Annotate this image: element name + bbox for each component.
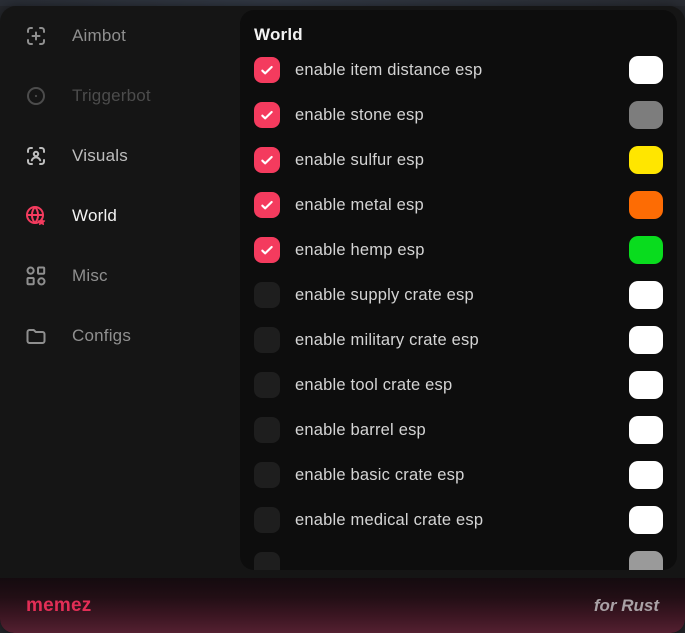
configs-icon <box>24 324 48 348</box>
esp-row: enable supply crate esp <box>254 282 663 308</box>
checkbox-checked[interactable] <box>254 102 280 128</box>
color-swatch[interactable] <box>629 146 663 174</box>
sidebar-item-label: Misc <box>72 266 108 286</box>
color-swatch[interactable] <box>629 461 663 489</box>
esp-row: enable sulfur esp <box>254 147 663 173</box>
color-swatch[interactable] <box>629 371 663 399</box>
sidebar-item-label: Configs <box>72 326 131 346</box>
esp-label: enable item distance esp <box>295 61 482 80</box>
triggerbot-icon <box>24 84 48 108</box>
brand-suffix-label: for Rust <box>594 596 659 616</box>
checkbox-unchecked[interactable] <box>254 507 280 533</box>
sidebar-item-misc[interactable]: Misc <box>24 264 240 288</box>
sidebar-item-label: Triggerbot <box>72 86 151 106</box>
checkbox-unchecked[interactable] <box>254 282 280 308</box>
esp-row: enable metal esp <box>254 192 663 218</box>
sidebar-nav: Aimbot Triggerbot Visuals World Misc Configs <box>0 6 240 578</box>
color-swatch[interactable] <box>629 416 663 444</box>
color-swatch[interactable] <box>629 101 663 129</box>
sidebar-item-aimbot[interactable]: Aimbot <box>24 24 240 48</box>
misc-icon <box>24 264 48 288</box>
sidebar-item-label: Aimbot <box>72 26 126 46</box>
esp-label: enable stone esp <box>295 106 424 125</box>
esp-row: enable medical crate esp <box>254 507 663 533</box>
checkbox-unchecked[interactable] <box>254 552 280 570</box>
esp-label: enable sulfur esp <box>295 151 424 170</box>
sidebar-item-world[interactable]: World <box>24 204 240 228</box>
checkbox-unchecked[interactable] <box>254 462 280 488</box>
esp-row: enable military crate esp <box>254 327 663 353</box>
aimbot-icon <box>24 24 48 48</box>
color-swatch[interactable] <box>629 506 663 534</box>
esp-row-list: enable item distance esp enable stone esp… <box>254 57 663 570</box>
sidebar-item-label: World <box>72 206 117 226</box>
color-swatch[interactable] <box>629 326 663 354</box>
checkbox-checked[interactable] <box>254 192 280 218</box>
esp-label: enable supply crate esp <box>295 286 474 305</box>
esp-row: enable basic crate esp <box>254 462 663 488</box>
color-swatch[interactable] <box>629 551 663 570</box>
esp-label: enable basic crate esp <box>295 466 465 485</box>
esp-row: enable barrel esp <box>254 417 663 443</box>
esp-row: enable stone esp <box>254 102 663 128</box>
checkbox-checked[interactable] <box>254 57 280 83</box>
esp-row: enable hemp esp <box>254 237 663 263</box>
checkbox-checked[interactable] <box>254 237 280 263</box>
footer-bar: memez for Rust <box>0 578 685 633</box>
sidebar-item-visuals[interactable]: Visuals <box>24 144 240 168</box>
esp-row: enable item distance esp <box>254 57 663 83</box>
esp-label: enable medical crate esp <box>295 511 483 530</box>
color-swatch[interactable] <box>629 281 663 309</box>
checkbox-checked[interactable] <box>254 147 280 173</box>
esp-row: enable tool crate esp <box>254 372 663 398</box>
checkbox-unchecked[interactable] <box>254 417 280 443</box>
esp-label: enable barrel esp <box>295 421 426 440</box>
visuals-icon <box>24 144 48 168</box>
esp-label: enable hemp esp <box>295 241 425 260</box>
esp-label: enable tool crate esp <box>295 376 452 395</box>
sidebar-item-triggerbot[interactable]: Triggerbot <box>24 84 240 108</box>
checkbox-unchecked[interactable] <box>254 327 280 353</box>
world-panel[interactable]: World enable item distance esp enable sto… <box>240 10 677 570</box>
sidebar-item-configs[interactable]: Configs <box>24 324 240 348</box>
color-swatch[interactable] <box>629 236 663 264</box>
esp-label: enable metal esp <box>295 196 424 215</box>
world-icon <box>24 204 48 228</box>
color-swatch[interactable] <box>629 56 663 84</box>
sidebar-item-label: Visuals <box>72 146 128 166</box>
color-swatch[interactable] <box>629 191 663 219</box>
brand-label: memez <box>26 595 91 617</box>
esp-label: enable military crate esp <box>295 331 479 350</box>
checkbox-unchecked[interactable] <box>254 372 280 398</box>
esp-row <box>254 552 663 570</box>
panel-title: World <box>254 23 663 47</box>
cheat-menu-window: AimbotTriggerbotVisualsWorldMiscConfigs … <box>0 6 685 633</box>
